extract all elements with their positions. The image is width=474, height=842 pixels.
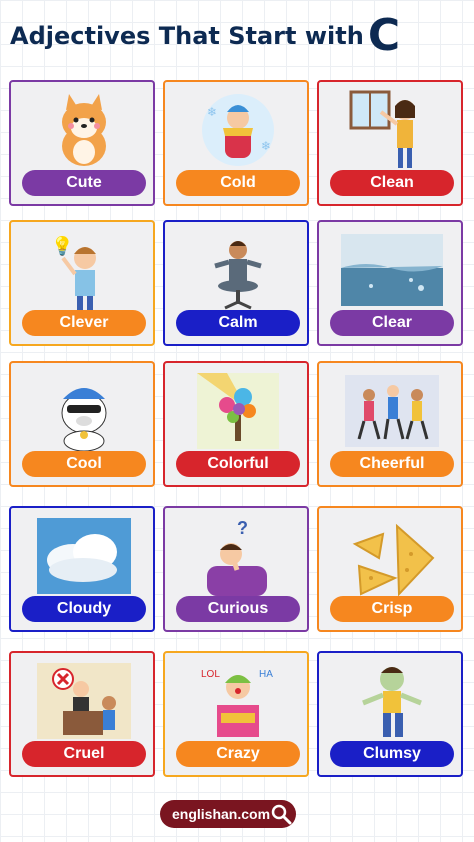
- card-curious: ? Curious: [163, 506, 309, 632]
- card-cold: ❄ ❄ Cold: [163, 80, 309, 206]
- card-label: Crazy: [176, 741, 300, 767]
- clumsy-zombie-icon: [341, 659, 443, 743]
- cold-person-icon: ❄ ❄: [187, 88, 289, 172]
- card-calm: Calm: [163, 220, 309, 346]
- cool-bear-icon: [33, 369, 135, 453]
- crisp-chips-icon: [341, 514, 443, 598]
- card-label: Clever: [22, 310, 146, 336]
- svg-text:💡: 💡: [51, 235, 73, 256]
- page-title: Adjectives That Start withC: [10, 14, 400, 58]
- card-cruel: Cruel: [9, 651, 155, 777]
- cheerful-people-icon: [341, 369, 443, 453]
- card-label: Colorful: [176, 451, 300, 477]
- title-letter: C: [367, 10, 401, 61]
- cleaning-girl-icon: [341, 88, 443, 172]
- card-label: Clear: [330, 310, 454, 336]
- clear-water-icon: [341, 228, 443, 312]
- footer-site-text: englishan.com: [172, 806, 271, 822]
- cloudy-sky-icon: [33, 514, 135, 598]
- clever-boy-icon: 💡: [33, 228, 135, 312]
- card-clumsy: Clumsy: [317, 651, 463, 777]
- colorful-tree-icon: [187, 369, 289, 453]
- svg-text:LOL: LOL: [201, 669, 220, 680]
- meditating-man-icon: [187, 228, 289, 312]
- card-clever: 💡 Clever: [9, 220, 155, 346]
- card-crisp: Crisp: [317, 506, 463, 632]
- card-label: Cute: [22, 170, 146, 196]
- search-icon: [271, 804, 292, 825]
- card-label: Curious: [176, 596, 300, 622]
- svg-text:?: ?: [237, 518, 248, 538]
- card-clean: Clean: [317, 80, 463, 206]
- card-clear: Clear: [317, 220, 463, 346]
- cute-dog-icon: [33, 88, 135, 172]
- svg-text:❄: ❄: [261, 139, 271, 153]
- card-label: Crisp: [330, 596, 454, 622]
- crazy-clown-icon: LOL HA: [187, 659, 289, 743]
- footer-badge[interactable]: englishan.com: [160, 800, 296, 828]
- cruel-boss-icon: [33, 659, 135, 743]
- card-label: Cold: [176, 170, 300, 196]
- title-text: Adjectives That Start with: [10, 22, 364, 50]
- card-cloudy: Cloudy: [9, 506, 155, 632]
- card-label: Cloudy: [22, 596, 146, 622]
- card-crazy: LOL HA Crazy: [163, 651, 309, 777]
- card-cute: Cute: [9, 80, 155, 206]
- card-colorful: Colorful: [163, 361, 309, 487]
- svg-text:❄: ❄: [207, 105, 217, 119]
- card-label: Calm: [176, 310, 300, 336]
- card-cool: Cool: [9, 361, 155, 487]
- curious-man-icon: ?: [187, 514, 289, 598]
- card-label: Cruel: [22, 741, 146, 767]
- card-label: Cool: [22, 451, 146, 477]
- card-label: Cheerful: [330, 451, 454, 477]
- svg-text:HA: HA: [259, 669, 273, 680]
- card-label: Clumsy: [330, 741, 454, 767]
- card-label: Clean: [330, 170, 454, 196]
- card-cheerful: Cheerful: [317, 361, 463, 487]
